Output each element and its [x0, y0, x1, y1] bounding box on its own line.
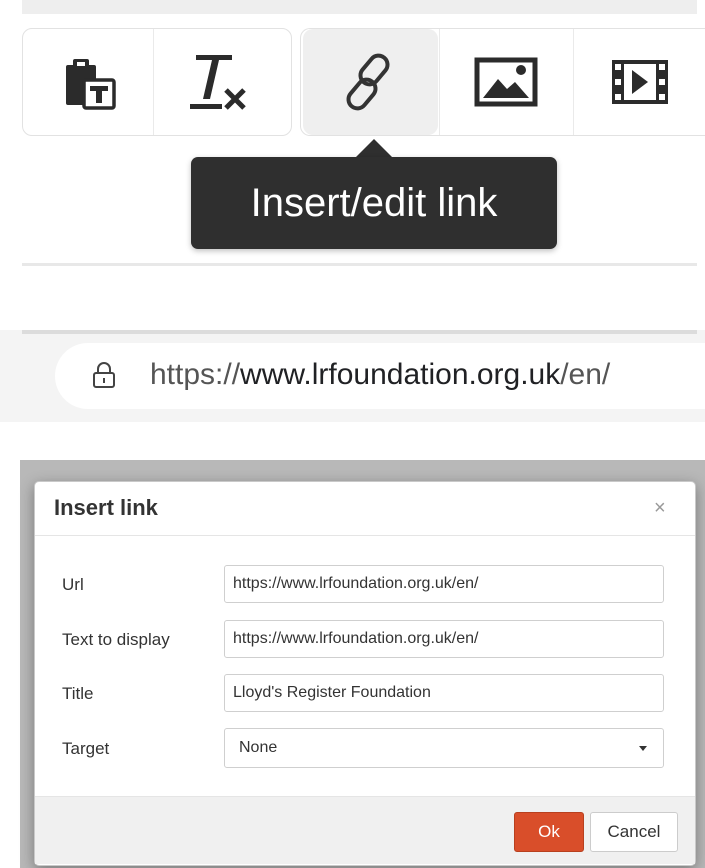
title-field[interactable]: Lloyd's Register Foundation — [224, 674, 664, 712]
insert-image-button[interactable] — [440, 29, 572, 135]
target-select[interactable]: None — [224, 728, 664, 768]
tooltip: Insert/edit link — [191, 157, 557, 249]
url-label: Url — [62, 575, 84, 594]
tooltip-arrow — [355, 139, 393, 158]
link-icon — [346, 53, 389, 111]
address-bar-top-line — [22, 330, 697, 334]
toolbar-top-band — [22, 0, 697, 14]
film-icon — [611, 60, 668, 104]
url-text[interactable]: https://www.lrfoundation.org.uk/en/ — [150, 352, 610, 398]
chevron-down-icon — [639, 746, 647, 751]
text-to-display-field[interactable]: https://www.lrfoundation.org.uk/en/ — [224, 620, 664, 658]
clear-formatting-button[interactable] — [154, 29, 286, 135]
lock-icon[interactable] — [92, 361, 116, 394]
url-field[interactable]: https://www.lrfoundation.org.uk/en/ — [224, 565, 664, 603]
image-icon — [474, 57, 538, 107]
dialog-header-divider — [35, 535, 695, 536]
toolbar-bottom-line — [22, 263, 697, 266]
close-icon[interactable]: × — [654, 497, 666, 520]
text-to-display-label: Text to display — [62, 630, 170, 649]
ok-button[interactable]: Ok — [514, 812, 584, 852]
dialog-title: Insert link — [54, 495, 158, 520]
paste-as-text-button[interactable] — [26, 29, 152, 135]
insert-media-button[interactable] — [574, 29, 705, 135]
url-scheme: https:// — [150, 358, 241, 391]
target-selected-value: None — [239, 739, 278, 756]
url-host: www.lrfoundation.org.uk — [240, 358, 561, 391]
toolbar-panel: Insert/edit link — [0, 0, 705, 275]
cancel-button[interactable]: Cancel — [590, 812, 678, 852]
target-label: Target — [62, 739, 110, 758]
dialog-footer-divider — [35, 796, 695, 797]
title-label: Title — [62, 684, 94, 703]
clipboard-text-icon — [66, 59, 116, 110]
url-path: /en/ — [560, 358, 611, 391]
remove-format-icon — [190, 55, 246, 110]
insert-link-button[interactable] — [303, 29, 438, 135]
